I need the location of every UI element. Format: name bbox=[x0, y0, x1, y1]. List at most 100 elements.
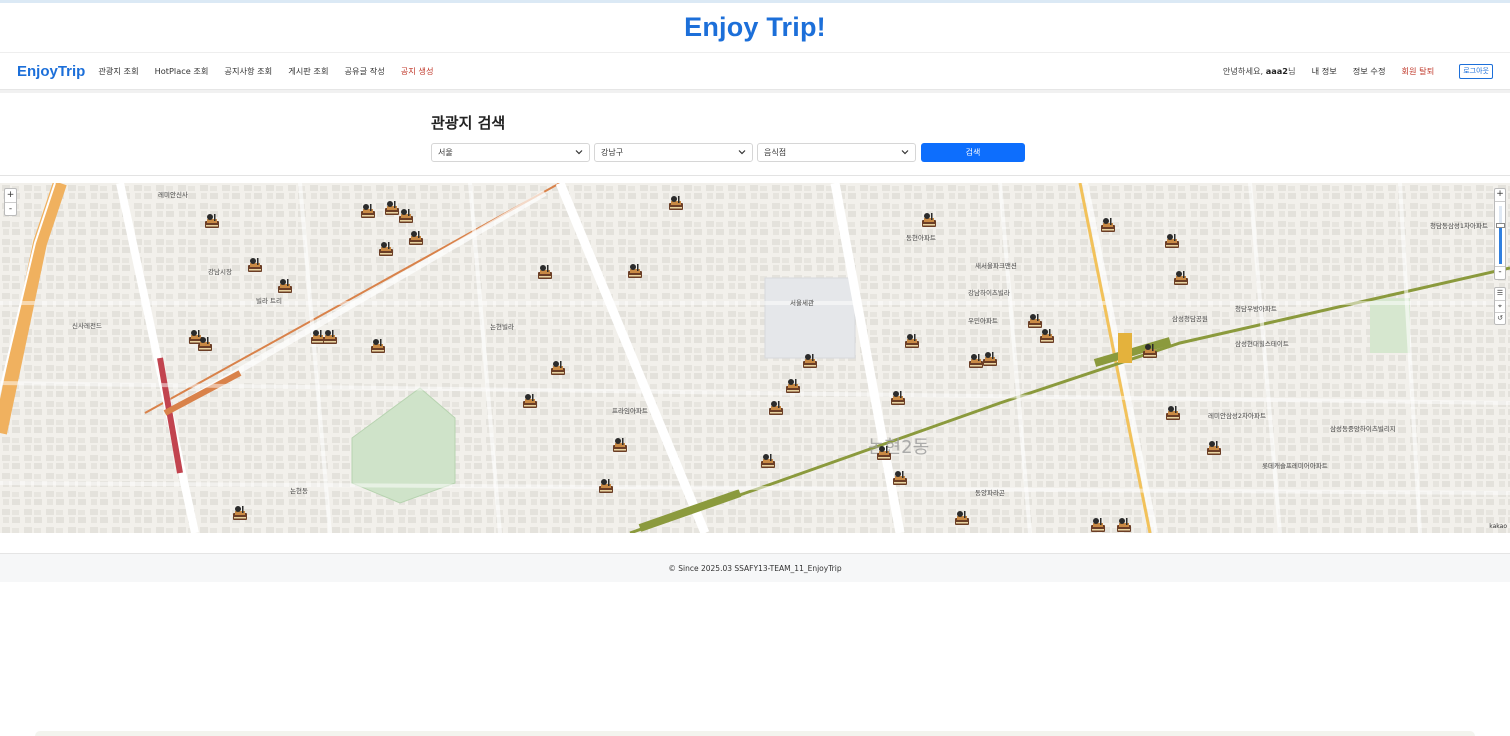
restaurant-marker-icon[interactable] bbox=[1142, 343, 1158, 359]
restaurant-marker-icon[interactable] bbox=[522, 393, 538, 409]
edit-info-link[interactable]: 정보 수정 bbox=[1353, 65, 1386, 77]
chevron-down-icon bbox=[575, 150, 583, 155]
map-zoom-control-right: + - bbox=[1494, 188, 1506, 280]
restaurant-marker-icon[interactable] bbox=[904, 333, 920, 349]
zoom-slider-handle[interactable] bbox=[1496, 223, 1505, 228]
restaurant-marker-icon[interactable] bbox=[537, 264, 553, 280]
greeting-suffix: 님 bbox=[1288, 66, 1296, 76]
category-select[interactable]: 음식점 bbox=[757, 143, 916, 162]
restaurant-marker-icon[interactable] bbox=[360, 203, 376, 219]
restaurant-marker-icon[interactable] bbox=[802, 353, 818, 369]
main-navbar: EnjoyTrip 관광지 조회 HotPlace 조회 공지사항 조회 게시판… bbox=[0, 53, 1510, 89]
zoom-in-button[interactable]: + bbox=[5, 189, 16, 202]
user-menu: 안녕하세요, aaa2님 내 정보 정보 수정 회원 탈퇴 로그아웃 bbox=[1223, 63, 1493, 79]
region-select[interactable]: 서울 bbox=[431, 143, 590, 162]
site-footer: © Since 2025.03 SSAFY13-TEAM_11_EnjoyTri… bbox=[0, 553, 1510, 582]
zoom-slider[interactable] bbox=[1495, 201, 1505, 267]
map-label-17: 삼성동중앙하이츠빌리지 bbox=[1330, 424, 1396, 433]
username: aaa2 bbox=[1265, 66, 1289, 76]
map-label-13: 삼성현대힐스테이트 bbox=[1235, 339, 1289, 348]
district-select-value: 강남구 bbox=[601, 148, 624, 157]
map-label-2: 신사레전드 bbox=[72, 321, 102, 330]
chevron-down-icon bbox=[901, 150, 909, 155]
restaurant-marker-icon[interactable] bbox=[247, 257, 263, 273]
zoom-out-button[interactable]: - bbox=[1495, 267, 1505, 279]
map-reset-icon[interactable]: ↺ bbox=[1495, 312, 1505, 324]
restaurant-marker-icon[interactable] bbox=[1039, 328, 1055, 344]
map-label-10: 동현아파트 bbox=[906, 233, 936, 242]
restaurant-marker-icon[interactable] bbox=[612, 437, 628, 453]
map-label-1: 레미안신사 bbox=[158, 190, 188, 199]
search-button[interactable]: 검색 bbox=[921, 143, 1025, 162]
map-base-layer: 레미안신사 신사레전드 강남시장 빌라 트리 논현빌라 서울세관 강남하이츠빌라… bbox=[0, 183, 1510, 533]
map-label-9: 새서울파크맨션 bbox=[975, 261, 1017, 270]
nav-link-create-notice[interactable]: 공지 생성 bbox=[401, 65, 434, 77]
nav-link-hotplace[interactable]: HotPlace 조회 bbox=[155, 65, 209, 77]
map-label-15: 레미안삼성2차아파트 bbox=[1208, 411, 1266, 420]
restaurant-marker-icon[interactable] bbox=[892, 470, 908, 486]
district-select[interactable]: 강남구 bbox=[594, 143, 753, 162]
greeting-text: 안녕하세요, aaa2님 bbox=[1223, 65, 1296, 77]
restaurant-marker-icon[interactable] bbox=[1090, 517, 1106, 533]
withdraw-link[interactable]: 회원 탈퇴 bbox=[1402, 65, 1435, 77]
map-skyview-icon[interactable]: ⌖ bbox=[1495, 300, 1505, 312]
restaurant-marker-icon[interactable] bbox=[550, 360, 566, 376]
restaurant-marker-icon[interactable] bbox=[890, 390, 906, 406]
map-view[interactable]: 레미안신사 신사레전드 강남시장 빌라 트리 논현빌라 서울세관 강남하이츠빌라… bbox=[0, 183, 1510, 533]
restaurant-marker-icon[interactable] bbox=[668, 195, 684, 211]
restaurant-marker-icon[interactable] bbox=[322, 329, 338, 345]
banner-title: Enjoy Trip! bbox=[684, 12, 826, 42]
nav-link-share-post[interactable]: 공유글 작성 bbox=[345, 65, 385, 77]
restaurant-marker-icon[interactable] bbox=[1164, 233, 1180, 249]
category-select-value: 음식점 bbox=[764, 148, 787, 157]
restaurant-marker-icon[interactable] bbox=[197, 336, 213, 352]
restaurant-marker-icon[interactable] bbox=[1100, 217, 1116, 233]
search-controls: 서울 강남구 음식점 검색 bbox=[431, 143, 1025, 162]
zoom-in-button[interactable]: + bbox=[1495, 189, 1505, 201]
restaurant-marker-icon[interactable] bbox=[768, 400, 784, 416]
my-info-link[interactable]: 내 정보 bbox=[1312, 65, 1337, 77]
logout-button[interactable]: 로그아웃 bbox=[1459, 63, 1493, 79]
map-label-18: 프라임아파트 bbox=[612, 406, 648, 415]
restaurant-marker-icon[interactable] bbox=[408, 230, 424, 246]
map-type-control: ☰ ⌖ ↺ bbox=[1494, 287, 1506, 325]
nav-link-attractions[interactable]: 관광지 조회 bbox=[98, 65, 138, 77]
nav-link-notices[interactable]: 공지사항 조회 bbox=[224, 65, 272, 77]
restaurant-marker-icon[interactable] bbox=[760, 453, 776, 469]
map-label-4: 빌라 트리 bbox=[256, 296, 282, 305]
bottom-strip bbox=[35, 731, 1475, 736]
restaurant-marker-icon[interactable] bbox=[370, 338, 386, 354]
restaurant-marker-icon[interactable] bbox=[378, 241, 394, 257]
restaurant-marker-icon[interactable] bbox=[398, 208, 414, 224]
restaurant-marker-icon[interactable] bbox=[277, 278, 293, 294]
restaurant-marker-icon[interactable] bbox=[1027, 313, 1043, 329]
zoom-out-button[interactable]: - bbox=[5, 202, 16, 215]
restaurant-marker-icon[interactable] bbox=[982, 351, 998, 367]
map-layer-icon[interactable]: ☰ bbox=[1495, 288, 1505, 300]
zoom-slider-fill bbox=[1499, 226, 1502, 264]
map-label-11: 삼성청담공원 bbox=[1172, 314, 1208, 323]
restaurant-marker-icon[interactable] bbox=[598, 478, 614, 494]
restaurant-marker-icon[interactable] bbox=[785, 378, 801, 394]
restaurant-marker-icon[interactable] bbox=[1206, 440, 1222, 456]
region-select-value: 서울 bbox=[438, 148, 453, 157]
restaurant-marker-icon[interactable] bbox=[876, 445, 892, 461]
map-provider-logo: kakao bbox=[1489, 523, 1507, 530]
map-label-16: 롯데캐슬프레미어아파트 bbox=[1262, 461, 1328, 470]
restaurant-marker-icon[interactable] bbox=[627, 263, 643, 279]
attraction-search: 관광지 검색 서울 강남구 음식점 검색 bbox=[431, 93, 1025, 175]
map-label-3: 강남시장 bbox=[208, 267, 232, 276]
restaurant-marker-icon[interactable] bbox=[1165, 405, 1181, 421]
map-divider bbox=[0, 175, 1510, 176]
restaurant-marker-icon[interactable] bbox=[921, 212, 937, 228]
restaurant-marker-icon[interactable] bbox=[954, 510, 970, 526]
restaurant-marker-icon[interactable] bbox=[204, 213, 220, 229]
restaurant-marker-icon[interactable] bbox=[232, 505, 248, 521]
map-label-20: 논현동 bbox=[290, 487, 308, 495]
restaurant-marker-icon[interactable] bbox=[1116, 517, 1132, 533]
nav-link-board[interactable]: 게시판 조회 bbox=[288, 65, 328, 77]
restaurant-marker-icon[interactable] bbox=[1173, 270, 1189, 286]
map-label-12: 청담우방아파트 bbox=[1235, 304, 1277, 313]
map-zoom-control-left: + - bbox=[4, 188, 17, 216]
brand-logo[interactable]: EnjoyTrip bbox=[17, 63, 85, 80]
